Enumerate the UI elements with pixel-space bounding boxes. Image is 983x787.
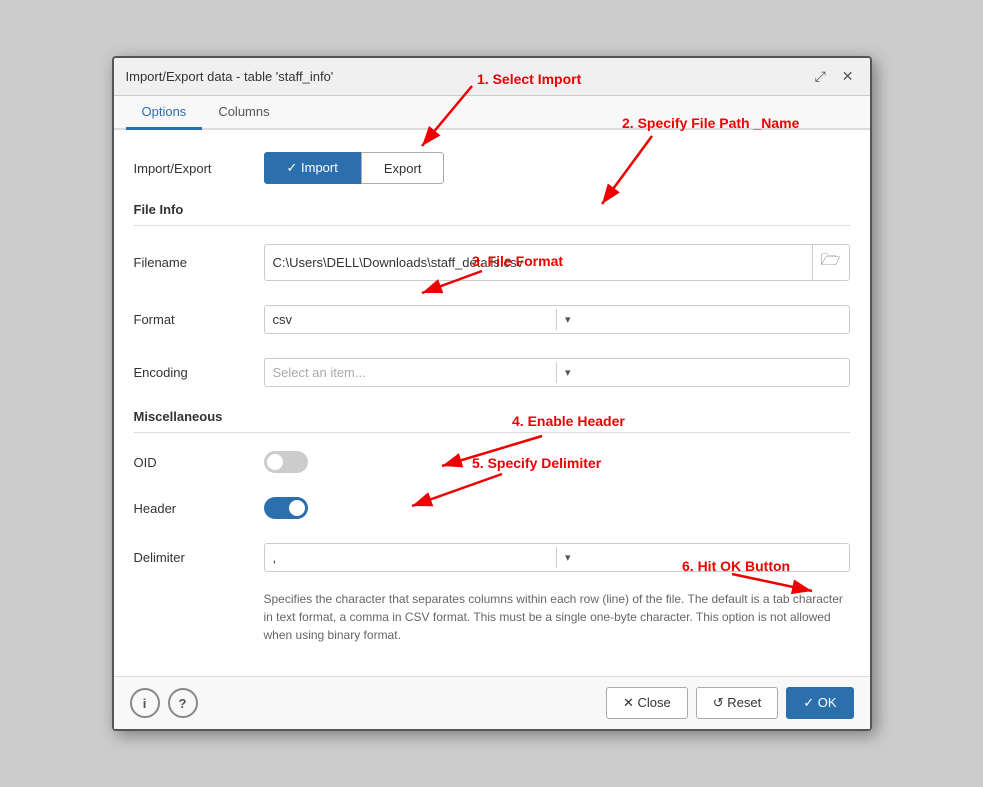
oid-row: OID: [134, 445, 850, 479]
format-value: csv: [265, 306, 557, 333]
header-row: Header: [134, 491, 850, 525]
delimiter-control: , ▾: [264, 543, 850, 572]
title-bar-controls: ⤢ ✕: [811, 66, 858, 87]
oid-slider: [264, 451, 308, 473]
header-toggle[interactable]: [264, 497, 308, 519]
file-info-divider: [134, 225, 850, 226]
title-bar: Import/Export data - table 'staff_info' …: [114, 58, 870, 96]
encoding-placeholder: Select an item...: [265, 359, 557, 386]
encoding-select[interactable]: Select an item... ▾: [264, 358, 850, 387]
help-button[interactable]: ?: [168, 688, 198, 718]
format-dropdown-arrow[interactable]: ▾: [556, 309, 849, 330]
filename-input[interactable]: [265, 249, 812, 276]
import-export-dialog: Import/Export data - table 'staff_info' …: [112, 56, 872, 731]
file-info-title: File Info: [134, 202, 850, 217]
miscellaneous-divider: [134, 432, 850, 433]
close-button[interactable]: ✕ Close: [606, 687, 688, 719]
header-label: Header: [134, 501, 264, 516]
delimiter-label: Delimiter: [134, 550, 264, 565]
export-button[interactable]: Export: [361, 152, 445, 184]
encoding-row: Encoding Select an item... ▾: [134, 352, 850, 393]
format-label: Format: [134, 312, 264, 327]
filename-label: Filename: [134, 255, 264, 270]
dialog-footer: i ? ✕ Close ↺ Reset ✓ OK: [114, 676, 870, 729]
import-button[interactable]: ✓ Import: [264, 152, 361, 184]
format-select[interactable]: csv ▾: [264, 305, 850, 334]
file-info-section: File Info Filename 🗁 Format: [134, 202, 850, 393]
footer-right: ✕ Close ↺ Reset ✓ OK: [606, 687, 854, 719]
header-control: [264, 497, 850, 519]
delimiter-dropdown-arrow[interactable]: ▾: [556, 547, 849, 568]
info-button[interactable]: i: [130, 688, 160, 718]
delimiter-value: ,: [265, 544, 557, 571]
miscellaneous-title: Miscellaneous: [134, 409, 850, 424]
footer-left: i ?: [130, 688, 198, 718]
oid-toggle[interactable]: [264, 451, 308, 473]
close-icon-button[interactable]: ✕: [838, 66, 858, 87]
encoding-control: Select an item... ▾: [264, 358, 850, 387]
format-row: Format csv ▾: [134, 299, 850, 340]
expand-button[interactable]: ⤢: [811, 66, 830, 87]
encoding-dropdown-arrow[interactable]: ▾: [556, 362, 849, 383]
format-control: csv ▾: [264, 305, 850, 334]
delimiter-select[interactable]: , ▾: [264, 543, 850, 572]
tab-columns[interactable]: Columns: [202, 96, 285, 130]
filename-input-wrapper: 🗁: [264, 244, 850, 281]
browse-button[interactable]: 🗁: [812, 245, 849, 280]
oid-control: [264, 451, 850, 473]
dialog-body: Import/Export ✓ Import Export File Info …: [114, 130, 870, 676]
encoding-label: Encoding: [134, 365, 264, 380]
miscellaneous-section: Miscellaneous OID Header: [134, 409, 850, 644]
filename-row: Filename 🗁: [134, 238, 850, 287]
reset-button[interactable]: ↺ Reset: [696, 687, 778, 719]
filename-control: 🗁: [264, 244, 850, 281]
dialog-title: Import/Export data - table 'staff_info': [126, 69, 334, 84]
import-export-group: ✓ Import Export: [264, 152, 850, 184]
delimiter-row: Delimiter , ▾: [134, 537, 850, 578]
tab-options[interactable]: Options: [126, 96, 203, 130]
import-export-row: Import/Export ✓ Import Export: [134, 146, 850, 190]
import-export-label: Import/Export: [134, 161, 264, 176]
header-slider: [264, 497, 308, 519]
delimiter-hint: Specifies the character that separates c…: [134, 590, 850, 644]
tabs-bar: Options Columns: [114, 96, 870, 130]
ok-button[interactable]: ✓ OK: [786, 687, 853, 719]
oid-label: OID: [134, 455, 264, 470]
